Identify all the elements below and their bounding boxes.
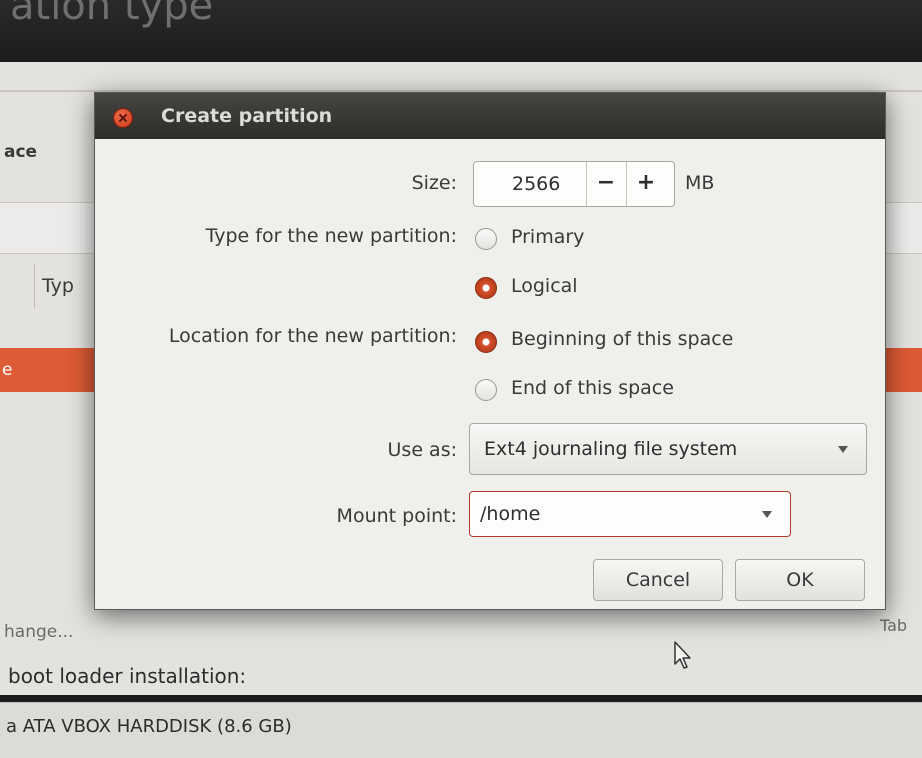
selected-row-label: e (2, 360, 13, 380)
cancel-button[interactable]: Cancel (593, 559, 723, 601)
option-primary-label[interactable]: Primary (511, 226, 584, 248)
radio-end[interactable] (475, 379, 497, 401)
option-beginning-label[interactable]: Beginning of this space (511, 328, 733, 350)
size-decrement-button[interactable]: − (586, 162, 625, 206)
size-label: Size: (411, 172, 457, 194)
dialog-titlebar: Create partition (95, 93, 885, 139)
chevron-down-icon[interactable] (762, 511, 772, 518)
use-as-value: Ext4 journaling file system (484, 438, 738, 460)
create-partition-dialog: Create partition Size: 2566 − + MB Type … (94, 92, 886, 610)
partition-location-label: Location for the new partition: (168, 325, 457, 347)
mount-point-combo[interactable]: /home (469, 491, 791, 537)
column-header-type[interactable]: Typ (42, 275, 74, 297)
boot-device-value: a ATA VBOX HARDDISK (8.6 GB) (6, 716, 292, 737)
ok-button[interactable]: OK (735, 559, 865, 601)
radio-primary[interactable] (475, 228, 497, 250)
partition-type-label: Type for the new partition: (205, 225, 457, 247)
size-spinbutton[interactable]: 2566 − + (473, 161, 675, 207)
installer-title-bar: ation type (0, 0, 922, 62)
size-input[interactable]: 2566 (512, 173, 560, 195)
dialog-title: Create partition (161, 105, 333, 127)
chevron-down-icon (838, 446, 848, 453)
mouse-cursor-icon (674, 641, 691, 669)
use-as-select[interactable]: Ext4 journaling file system (469, 423, 867, 475)
change-button[interactable]: hange... (4, 622, 73, 642)
installer-title: ation type (10, 0, 214, 29)
size-increment-button[interactable]: + (626, 162, 665, 206)
size-unit-label: MB (685, 172, 715, 194)
radio-logical[interactable] (475, 277, 497, 299)
column-separator (34, 264, 35, 308)
option-end-label[interactable]: End of this space (511, 377, 674, 399)
option-logical-label[interactable]: Logical (511, 275, 578, 297)
close-icon[interactable] (113, 108, 133, 128)
new-partition-table-button[interactable]: Tab (880, 616, 907, 635)
boot-loader-label: boot loader installation: (8, 664, 247, 688)
mount-point-label: Mount point: (336, 505, 457, 527)
free-space-label: ace (4, 142, 38, 162)
radio-beginning[interactable] (475, 331, 497, 353)
mount-point-input[interactable]: /home (480, 503, 540, 525)
use-as-label: Use as: (387, 439, 457, 461)
